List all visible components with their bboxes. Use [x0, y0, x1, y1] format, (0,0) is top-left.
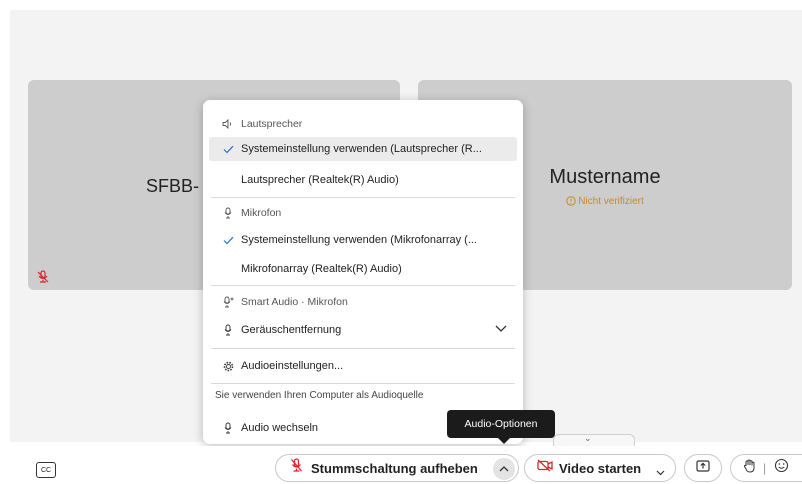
muted-mic-icon — [36, 270, 50, 289]
chevron-up-icon — [499, 466, 509, 472]
audio-source-note: Sie verwenden Ihren Computer als Audioqu… — [215, 390, 424, 401]
divider — [211, 197, 515, 198]
raise-hand-icon — [743, 458, 755, 478]
share-button[interactable] — [684, 454, 722, 482]
switch-audio-icon — [221, 422, 235, 434]
muted-mic-icon — [290, 458, 303, 478]
divider: | — [763, 461, 767, 475]
speaker-header: Lautsprecher — [203, 112, 523, 136]
video-off-icon — [537, 459, 553, 477]
captions-button[interactable]: CC — [36, 462, 56, 478]
speaker-option-system[interactable]: Systemeinstellung verwenden (Lautspreche… — [209, 137, 517, 161]
meeting-toolbar: CC Stummschaltung aufheben Video starten… — [0, 446, 802, 484]
chevron-down-icon — [495, 324, 507, 336]
mic-option-realtek[interactable]: Mikrofonarray (Realtek(R) Audio) — [203, 257, 523, 281]
microphone-icon — [221, 207, 235, 219]
emoji-icon — [774, 458, 789, 478]
noise-removal-dropdown[interactable]: Geräuschentfernung — [203, 318, 523, 342]
chevron-down-icon: ⌄ — [584, 433, 592, 443]
microphone-header: Mikrofon — [203, 201, 523, 225]
divider — [211, 285, 515, 286]
audio-options-menu: Lautsprecher Systemeinstellung verwenden… — [203, 100, 523, 444]
checkmark-icon — [221, 236, 235, 245]
speaker-option-realtek[interactable]: Lautsprecher (Realtek(R) Audio) — [203, 168, 523, 192]
participant-name: SFBB- — [146, 176, 200, 196]
warning-icon — [566, 196, 576, 206]
speaker-icon — [221, 119, 235, 129]
gear-icon — [221, 361, 235, 372]
audio-options-tooltip: Audio-Optionen — [447, 410, 555, 444]
divider — [211, 383, 515, 384]
microphone-icon — [221, 324, 235, 336]
divider — [211, 348, 515, 349]
smart-mic-icon — [221, 296, 235, 308]
smart-audio-header: Smart Audio · Mikrofon — [203, 290, 523, 314]
mic-option-system[interactable]: Systemeinstellung verwenden (Mikrofonarr… — [203, 228, 523, 252]
audio-settings-item[interactable]: Audioeinstellungen... — [203, 354, 523, 378]
chevron-down-icon[interactable] — [656, 463, 665, 481]
unmute-button[interactable]: Stummschaltung aufheben — [275, 454, 519, 482]
share-icon — [696, 459, 710, 477]
audio-options-button[interactable] — [493, 458, 515, 480]
checkmark-icon — [221, 145, 235, 154]
start-video-button[interactable]: Video starten — [524, 454, 676, 482]
reactions-button[interactable]: | — [730, 454, 802, 482]
